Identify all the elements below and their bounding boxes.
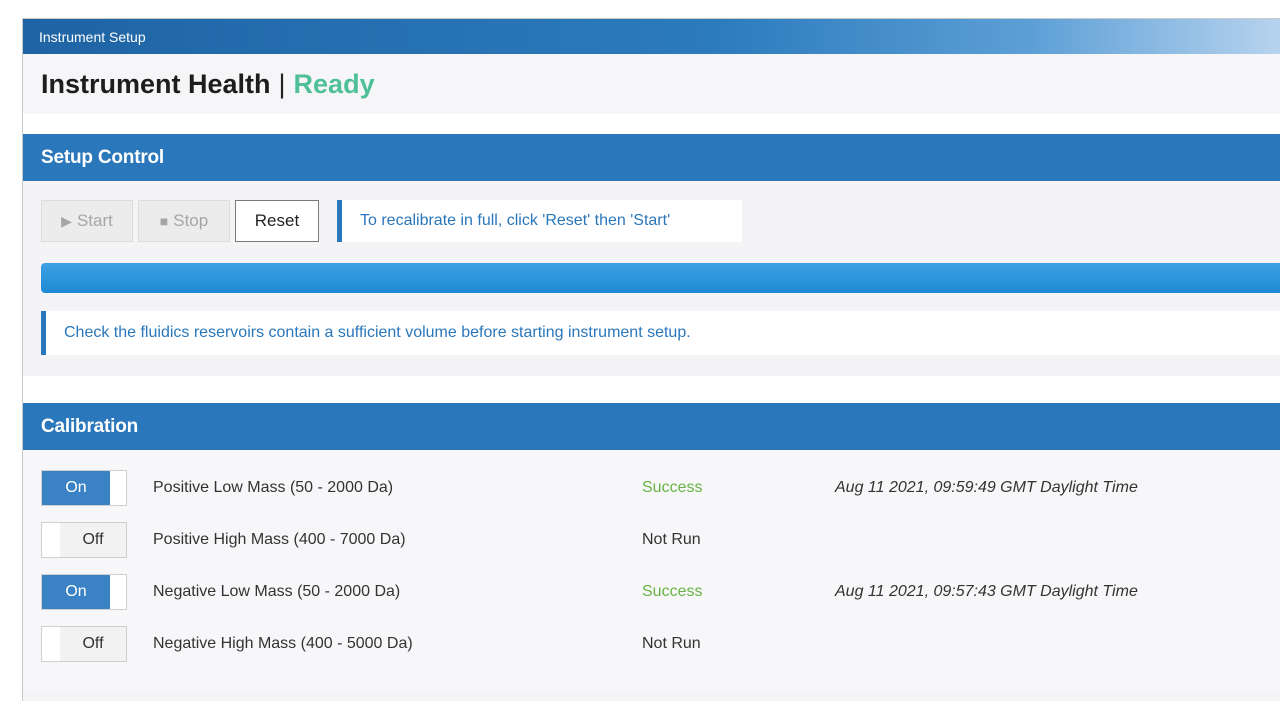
- calibration-status: Not Run: [642, 635, 701, 652]
- calibration-label: Negative Low Mass (50 - 2000 Da): [153, 583, 401, 600]
- reset-button[interactable]: Reset: [235, 200, 319, 242]
- setup-progress-fill: [41, 263, 1280, 293]
- calibration-row: Off Negative High Mass (400 - 5000 Da) N…: [41, 626, 1271, 662]
- spacer: [23, 114, 1280, 134]
- reset-button-label: Reset: [254, 211, 300, 230]
- instrument-health-bar: Instrument Health | Ready: [23, 54, 1280, 114]
- window-titlebar: Instrument Setup: [23, 19, 1280, 54]
- calibration-row: On Negative Low Mass (50 - 2000 Da) Succ…: [41, 574, 1271, 610]
- setup-control-panel: ▶ Start ■ Stop Reset To recalibrate in f…: [23, 181, 1280, 376]
- play-icon: ▶: [61, 212, 72, 229]
- calibration-status: Success: [642, 583, 703, 600]
- stop-icon: ■: [159, 213, 169, 229]
- setup-control-header: Setup Control: [23, 134, 1280, 181]
- fluidics-notice: Check the fluidics reservoirs contain a …: [41, 311, 1280, 355]
- toggle-label: On: [42, 575, 110, 609]
- calibration-timestamp: Aug 11 2021, 09:57:43 GMT Daylight Time: [835, 583, 1138, 600]
- calibration-status: Not Run: [642, 531, 701, 548]
- toggle-label: On: [42, 471, 110, 505]
- calibration-toggle[interactable]: Off: [41, 626, 127, 662]
- recalibrate-hint: To recalibrate in full, click 'Reset' th…: [337, 200, 742, 242]
- window-title: Instrument Setup: [39, 29, 146, 45]
- start-button[interactable]: ▶ Start: [41, 200, 133, 242]
- spacer: [23, 376, 1280, 403]
- setup-progress-bar: [41, 263, 1280, 293]
- calibration-row: On Positive Low Mass (50 - 2000 Da) Succ…: [41, 470, 1271, 506]
- calibration-row: Off Positive High Mass (400 - 7000 Da) N…: [41, 522, 1271, 558]
- calibration-toggle[interactable]: On: [41, 470, 127, 506]
- toggle-label: Off: [60, 627, 126, 661]
- calibration-toggle[interactable]: On: [41, 574, 127, 610]
- toggle-label: Off: [60, 523, 126, 557]
- start-button-label: Start: [76, 211, 113, 230]
- calibration-status: Success: [642, 479, 703, 496]
- health-separator: |: [278, 68, 286, 99]
- calibration-label: Positive High Mass (400 - 7000 Da): [153, 531, 406, 548]
- calibration-timestamp: Aug 11 2021, 09:59:49 GMT Daylight Time: [835, 479, 1138, 496]
- health-status: Ready: [293, 68, 375, 99]
- stop-button[interactable]: ■ Stop: [138, 200, 230, 242]
- calibration-toggle[interactable]: Off: [41, 522, 127, 558]
- stop-button-label: Stop: [173, 211, 209, 230]
- health-label: Instrument Health: [41, 68, 271, 99]
- calibration-label: Positive Low Mass (50 - 2000 Da): [153, 479, 394, 496]
- calibration-panel: On Positive Low Mass (50 - 2000 Da) Succ…: [23, 450, 1280, 690]
- calibration-header: Calibration: [23, 403, 1280, 450]
- instrument-setup-window: Instrument Setup Instrument Health | Rea…: [22, 18, 1280, 701]
- calibration-label: Negative High Mass (400 - 5000 Da): [153, 635, 413, 652]
